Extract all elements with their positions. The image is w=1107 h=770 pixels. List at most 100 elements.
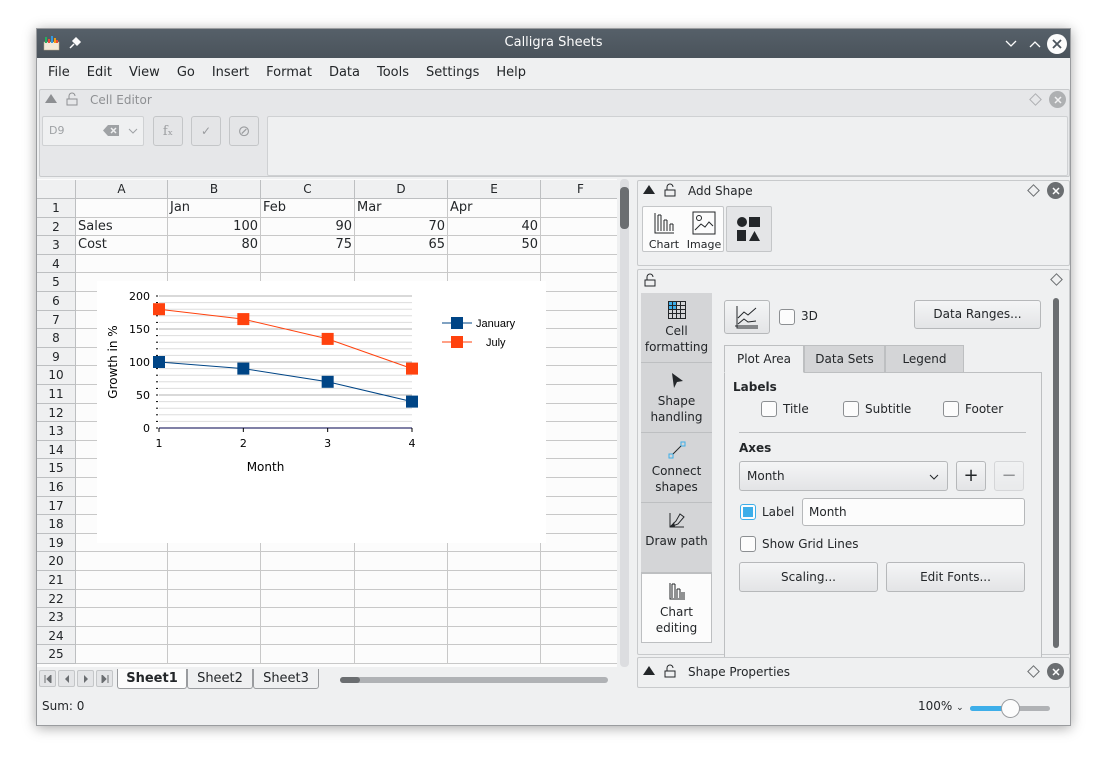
- collapse-triangle-icon[interactable]: [643, 185, 655, 194]
- select-all-corner[interactable]: [37, 180, 76, 199]
- row-header[interactable]: 7: [37, 310, 76, 330]
- row-header[interactable]: 22: [37, 589, 76, 609]
- cell-F19[interactable]: [541, 534, 617, 553]
- footer-checkbox[interactable]: [943, 401, 959, 417]
- menu-data[interactable]: Data: [322, 65, 367, 80]
- basic-shapes-button[interactable]: [726, 206, 772, 252]
- zoom-slider-handle[interactable]: [1001, 699, 1020, 718]
- row-header[interactable]: 19: [37, 533, 76, 553]
- cell-C1[interactable]: Feb: [261, 199, 355, 218]
- cell-F23[interactable]: [541, 608, 617, 627]
- cell-E23[interactable]: [448, 608, 541, 627]
- data-ranges-button[interactable]: Data Ranges...: [914, 300, 1041, 329]
- accept-button[interactable]: ✓: [191, 116, 221, 146]
- lock-icon[interactable]: [664, 664, 676, 678]
- cell-F15[interactable]: [541, 459, 617, 478]
- cell-F9[interactable]: [541, 348, 617, 367]
- cell-F22[interactable]: [541, 590, 617, 609]
- cancel-button[interactable]: ⊘: [229, 116, 259, 146]
- cell-A25[interactable]: [76, 645, 168, 664]
- close-icon[interactable]: [1049, 91, 1066, 108]
- menu-go[interactable]: Go: [170, 65, 202, 80]
- scaling-button[interactable]: Scaling...: [739, 562, 878, 592]
- cell-D23[interactable]: [355, 608, 448, 627]
- cell-F6[interactable]: [541, 292, 617, 311]
- edit-fonts-button[interactable]: Edit Fonts...: [886, 562, 1025, 592]
- cell-F18[interactable]: [541, 515, 617, 534]
- cell-C3[interactable]: 75: [261, 236, 355, 255]
- cell-E1[interactable]: Apr: [448, 199, 541, 218]
- function-button[interactable]: fₓ: [153, 116, 183, 146]
- cell-D25[interactable]: [355, 645, 448, 664]
- cell-C22[interactable]: [261, 589, 355, 609]
- menu-view[interactable]: View: [122, 65, 167, 80]
- cell-E21[interactable]: [448, 571, 541, 590]
- row-header[interactable]: 17: [37, 496, 76, 516]
- cell-A4[interactable]: [76, 254, 168, 274]
- cell-A23[interactable]: [76, 608, 168, 627]
- cell-F7[interactable]: [541, 311, 617, 330]
- cell-reference-combo[interactable]: D9: [42, 116, 144, 146]
- row-header[interactable]: 23: [37, 608, 76, 627]
- row-header[interactable]: 16: [37, 478, 76, 497]
- row-header[interactable]: 25: [37, 645, 76, 664]
- axis-label-checkbox[interactable]: [740, 504, 756, 520]
- cell-F2[interactable]: [541, 218, 617, 237]
- close-button[interactable]: [1047, 34, 1067, 54]
- cell-E24[interactable]: [448, 626, 541, 646]
- cell-F5[interactable]: [541, 273, 617, 292]
- chevron-down-icon[interactable]: [128, 128, 138, 134]
- float-icon[interactable]: [1029, 93, 1042, 106]
- remove-axis-button[interactable]: −: [994, 461, 1024, 491]
- cell-C21[interactable]: [261, 571, 355, 590]
- close-icon[interactable]: [1047, 182, 1064, 199]
- cell-B4[interactable]: [168, 254, 261, 274]
- dock-scrollbar[interactable]: [1053, 298, 1059, 648]
- cell-D21[interactable]: [355, 571, 448, 590]
- cell-C24[interactable]: [261, 626, 355, 646]
- cell-E4[interactable]: [448, 254, 541, 274]
- show-grid-lines-checkbox[interactable]: [740, 536, 756, 552]
- float-icon[interactable]: [1050, 273, 1063, 286]
- menu-help[interactable]: Help: [489, 65, 533, 80]
- chart-type-button[interactable]: [724, 300, 770, 334]
- cell-E25[interactable]: [448, 645, 541, 664]
- cell-D22[interactable]: [355, 589, 448, 609]
- cell-F14[interactable]: [541, 441, 617, 460]
- cell-C2[interactable]: 90: [261, 217, 355, 237]
- row-header[interactable]: 3: [37, 236, 76, 255]
- column-header[interactable]: A: [76, 180, 168, 199]
- add-axis-button[interactable]: +: [956, 461, 986, 491]
- cell-F16[interactable]: [541, 478, 617, 497]
- cell-F21[interactable]: [541, 571, 617, 590]
- cell-B1[interactable]: Jan: [168, 199, 261, 218]
- cell-D20[interactable]: [355, 552, 448, 571]
- menu-insert[interactable]: Insert: [205, 65, 256, 80]
- row-header[interactable]: 4: [37, 254, 76, 274]
- prev-sheet-button[interactable]: [58, 670, 75, 687]
- menu-file[interactable]: File: [41, 65, 77, 80]
- column-header[interactable]: B: [168, 180, 261, 199]
- cell-B20[interactable]: [168, 552, 261, 571]
- lock-icon[interactable]: [664, 183, 676, 197]
- tool-shape-handling[interactable]: Shape handling: [641, 363, 712, 433]
- sheet-tab-sheet2[interactable]: Sheet2: [187, 669, 253, 689]
- cell-A24[interactable]: [76, 626, 168, 646]
- row-header[interactable]: 14: [37, 440, 76, 460]
- vertical-scrollbar[interactable]: [620, 179, 629, 667]
- cell-B22[interactable]: [168, 589, 261, 609]
- 3d-checkbox[interactable]: [779, 309, 795, 325]
- row-header[interactable]: 21: [37, 571, 76, 590]
- cell-A22[interactable]: [76, 589, 168, 609]
- cell-F10[interactable]: [541, 366, 617, 385]
- scrollbar-thumb[interactable]: [620, 187, 629, 229]
- tool-connect-shapes[interactable]: Connect shapes: [641, 433, 712, 503]
- row-header[interactable]: 1: [37, 199, 76, 218]
- cell-F25[interactable]: [541, 645, 617, 664]
- row-header[interactable]: 18: [37, 515, 76, 534]
- menu-tools[interactable]: Tools: [370, 65, 416, 80]
- collapse-triangle-icon[interactable]: [45, 94, 57, 103]
- first-sheet-button[interactable]: [39, 670, 56, 687]
- cell-F1[interactable]: [541, 199, 617, 218]
- cell-F17[interactable]: [541, 497, 617, 516]
